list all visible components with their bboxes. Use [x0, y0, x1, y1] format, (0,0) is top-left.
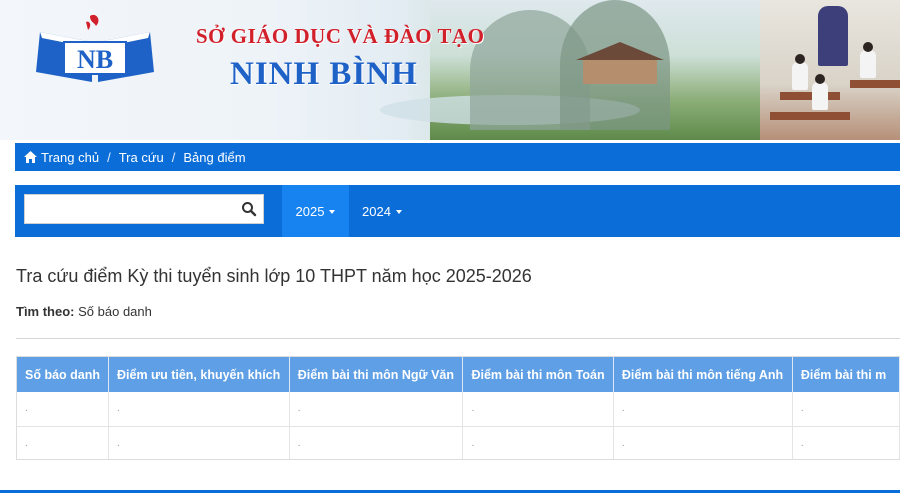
banner-student	[795, 54, 805, 64]
banner-desk	[850, 80, 900, 88]
breadcrumb-home-label: Trang chủ	[41, 149, 100, 165]
table-cell: .	[462, 426, 614, 459]
search-input[interactable]	[25, 195, 235, 223]
table-cell: .	[108, 426, 290, 459]
page-title: Tra cứu điểm Kỳ thi tuyển sinh lớp 10 TH…	[16, 266, 532, 286]
banner-student	[812, 82, 828, 110]
banner-student	[792, 62, 808, 90]
banner-student	[860, 50, 876, 78]
year-tab-2025[interactable]: 2025	[282, 185, 349, 237]
banner-desk	[770, 112, 850, 120]
table-cell: .	[289, 392, 464, 427]
year-tab-label: 2024	[362, 203, 391, 219]
column-header: Điểm bài thi môn Toán	[462, 357, 614, 392]
svg-text:NB: NB	[77, 45, 113, 74]
nb-logo: NB	[36, 14, 154, 82]
table-cell: .	[108, 392, 290, 427]
results-table: Số báo danh Điểm ưu tiên, khuyến khích Đ…	[17, 357, 900, 459]
org-name: NINH BÌNH	[230, 56, 418, 92]
table-row: . . . . . .	[17, 392, 900, 427]
search-icon[interactable]	[241, 201, 257, 217]
table-cell: .	[289, 426, 464, 459]
results-table-wrapper: Số báo danh Điểm ưu tiên, khuyến khích Đ…	[16, 356, 900, 460]
table-cell: .	[792, 426, 900, 459]
org-title: SỞ GIÁO DỤC VÀ ĐÀO TẠO	[196, 24, 485, 48]
breadcrumb-current: Bảng điểm	[183, 149, 246, 165]
table-row: . . . . . .	[17, 426, 900, 459]
column-header: Điểm bài thi môn tiếng Anh	[613, 357, 793, 392]
caret-down-icon	[395, 210, 402, 214]
divider	[16, 338, 900, 339]
search-toolbar: 2025 2024	[15, 185, 900, 237]
table-header-row: Số báo danh Điểm ưu tiên, khuyến khích Đ…	[17, 357, 900, 392]
banner-teacher	[818, 6, 848, 66]
search-by: Tìm theo: Số báo danh	[16, 304, 152, 319]
table-cell: .	[17, 426, 109, 459]
column-header: Điểm bài thi môn Ngữ Văn	[289, 357, 464, 392]
column-header: Điểm bài thi m	[792, 357, 900, 392]
breadcrumb: Trang chủ / Tra cứu / Bảng điểm	[15, 143, 900, 171]
search-by-value: Số báo danh	[78, 304, 152, 319]
breadcrumb-home[interactable]: Trang chủ	[24, 150, 99, 165]
search-by-label: Tìm theo:	[16, 304, 75, 319]
table-cell: .	[17, 392, 109, 427]
banner-student	[815, 74, 825, 84]
banner-desk	[780, 92, 840, 100]
banner-student	[863, 42, 873, 52]
year-tab-2024[interactable]: 2024	[349, 185, 415, 237]
table-cell: .	[613, 426, 793, 459]
column-header: Số báo danh	[17, 357, 109, 392]
table-cell: .	[462, 392, 614, 427]
caret-down-icon	[329, 210, 336, 214]
breadcrumb-lookup[interactable]: Tra cứu	[119, 150, 164, 165]
header-banner: NB SỞ GIÁO DỤC VÀ ĐÀO TẠO NINH BÌNH	[0, 0, 900, 140]
home-icon	[24, 151, 37, 163]
year-tab-label: 2025	[295, 203, 325, 219]
table-cell: .	[792, 392, 900, 427]
column-header: Điểm ưu tiên, khuyến khích	[108, 357, 290, 392]
table-cell: .	[613, 392, 793, 427]
search-box	[24, 194, 264, 224]
breadcrumb-separator: /	[171, 149, 176, 165]
banner-pagoda	[565, 42, 675, 87]
breadcrumb-separator: /	[107, 149, 111, 165]
